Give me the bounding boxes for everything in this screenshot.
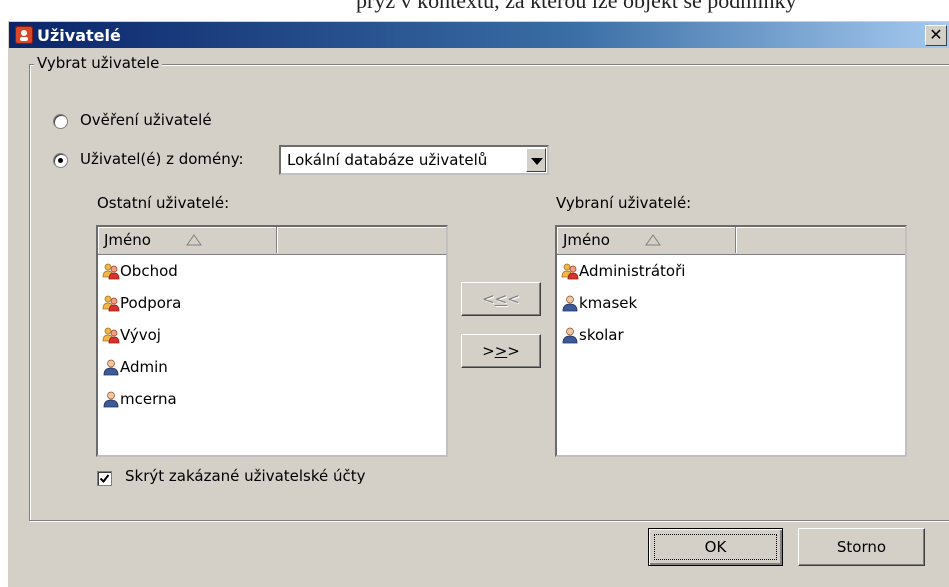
- list-item-name: kmasek: [579, 294, 638, 312]
- group-icon-svg: [102, 295, 120, 312]
- verified-users-radio[interactable]: [53, 114, 68, 129]
- domain-select[interactable]: Lokální databáze uživatelů: [279, 145, 549, 175]
- cancel-button[interactable]: Storno: [798, 528, 925, 566]
- user-icon-svg: [562, 327, 578, 344]
- domain-users-label: Uživatel(é) z domény:: [80, 150, 244, 168]
- list-item-name: Administrátoři: [579, 262, 686, 280]
- list-item-name: Vývoj: [120, 326, 161, 344]
- user-icon-svg: [103, 391, 119, 408]
- remove-users-button[interactable]: <<<: [461, 282, 541, 316]
- list-item-name: mcerna: [120, 390, 177, 408]
- domain-users-radio[interactable]: [53, 153, 68, 168]
- add-users-button[interactable]: >>>: [461, 334, 541, 368]
- list-item-name: Obchod: [120, 262, 178, 280]
- close-button[interactable]: ✕: [925, 25, 947, 46]
- close-icon: ✕: [929, 25, 943, 44]
- sort-ascending-icon: [645, 234, 661, 246]
- group-icon-svg: [102, 263, 120, 280]
- domain-select-value: Lokální databáze uživatelů: [287, 151, 488, 169]
- hide-disabled-label: Skrýt zakázané uživatelské účty: [125, 467, 366, 485]
- select-users-legend: Vybrat uživatele: [34, 54, 163, 72]
- chevron-down-icon[interactable]: [526, 148, 546, 172]
- other-users-label: Ostatní uživatelé:: [97, 194, 230, 212]
- other-users-list[interactable]: Jméno Obchod Podpora Vývoj Admin mcerna: [96, 225, 448, 457]
- empty-column-header[interactable]: [736, 227, 905, 253]
- name-column-header[interactable]: Jméno: [98, 227, 277, 253]
- list-item-name: skolar: [579, 326, 624, 344]
- sort-ascending-icon: [186, 234, 202, 246]
- selected-users-list[interactable]: Jméno Administrátoři kmasek skolar: [555, 225, 907, 457]
- ok-button[interactable]: OK: [648, 528, 783, 566]
- list-header: Jméno: [557, 227, 905, 255]
- user-icon-svg: [103, 359, 119, 376]
- verified-users-label: Ověření uživatelé: [80, 111, 212, 129]
- hide-disabled-checkbox[interactable]: [97, 471, 112, 486]
- empty-column-header[interactable]: [277, 227, 446, 253]
- checkmark-icon: [99, 474, 110, 484]
- name-column-header[interactable]: Jméno: [557, 227, 736, 253]
- list-header: Jméno: [98, 227, 446, 255]
- group-icon-svg: [102, 327, 120, 344]
- background-page-text-strip: pryž v kontextu, za kterou lze objekt se…: [0, 0, 949, 22]
- title-bar: Uživatelé ✕: [9, 22, 949, 48]
- list-item-name: Podpora: [120, 294, 182, 312]
- selected-users-label: Vybraní uživatelé:: [556, 194, 692, 212]
- app-icon: [15, 26, 33, 44]
- dialog-title: Uživatelé: [37, 26, 121, 45]
- focus-rect: [654, 534, 777, 560]
- background-page-text: pryž v kontextu, za kterou lze objekt se…: [356, 0, 797, 13]
- list-item-name: Admin: [120, 358, 168, 376]
- user-icon-svg: [562, 295, 578, 312]
- group-icon-svg: [561, 263, 579, 280]
